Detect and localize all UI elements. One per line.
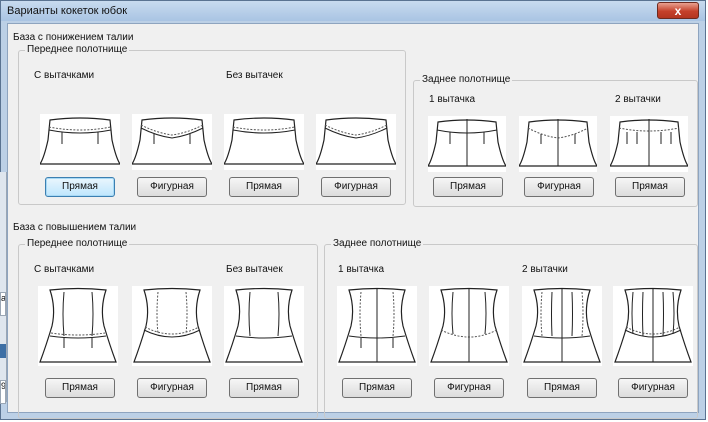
lowered-front-title: Переднее полотнище xyxy=(25,44,130,55)
lowered-front-nodarts-curved-button[interactable]: Фигурная xyxy=(321,177,391,197)
lowered-back-onedart-straight-image[interactable] xyxy=(428,116,506,172)
close-button[interactable]: x xyxy=(657,2,699,19)
dialog-client-area: База с понижением талии Переднее полотни… xyxy=(7,23,699,419)
dialog-window: Варианты кокеток юбок x База с понижение… xyxy=(0,0,706,420)
lowered-front-nodarts-curved-image[interactable] xyxy=(316,114,396,170)
raised-back-twodarts-straight-image[interactable] xyxy=(522,286,602,366)
background-text-fragment: ач xyxy=(0,292,6,316)
title-bar[interactable]: Варианты кокеток юбок x xyxy=(1,1,705,21)
raised-front-title: Переднее полотнище xyxy=(25,238,130,249)
lowered-front-darts-curved-image[interactable] xyxy=(132,114,212,170)
lowered-front-darts-straight-button[interactable]: Прямая xyxy=(45,177,115,197)
raised-front-darts-straight-image[interactable] xyxy=(38,286,118,366)
lowered-back-two-darts-label: 2 вытачки xyxy=(615,94,661,105)
raised-back-one-dart-label: 1 вытачка xyxy=(338,264,385,275)
raised-front-with-darts-label: С вытачками xyxy=(34,264,95,275)
raised-back-onedart-curved-button[interactable]: Фигурная xyxy=(434,378,504,398)
lowered-back-onedart-curved-image[interactable] xyxy=(519,116,597,172)
raised-back-twodarts-curved-button[interactable]: Фигурная xyxy=(618,378,688,398)
raised-front-darts-straight-button[interactable]: Прямая xyxy=(45,378,115,398)
lowered-front-nodarts-straight-button[interactable]: Прямая xyxy=(229,177,299,197)
lowered-back-onedart-curved-button[interactable]: Фигурная xyxy=(524,177,594,197)
raised-section-title: База с повышением талии xyxy=(13,222,137,233)
raised-front-nodarts-straight-image[interactable] xyxy=(224,286,304,366)
lowered-front-nodarts-straight-image[interactable] xyxy=(224,114,304,170)
raised-back-twodarts-straight-button[interactable]: Прямая xyxy=(527,378,597,398)
raised-back-onedart-straight-image[interactable] xyxy=(337,286,417,366)
raised-back-title: Заднее полотнище xyxy=(331,238,424,249)
lowered-front-with-darts-label: С вытачками xyxy=(34,70,95,81)
lowered-back-twodarts-straight-button[interactable]: Прямая xyxy=(615,177,685,197)
lowered-back-twodarts-straight-image[interactable] xyxy=(610,116,688,172)
lowered-back-title: Заднее полотнище xyxy=(420,74,513,85)
raised-back-onedart-straight-button[interactable]: Прямая xyxy=(342,378,412,398)
window-title: Варианты кокеток юбок xyxy=(7,5,128,17)
lowered-back-one-dart-label: 1 вытачка xyxy=(429,94,476,105)
lowered-section-title: База с понижением талии xyxy=(13,32,134,43)
background-window-edge: ач 92 xyxy=(0,172,7,404)
raised-back-twodarts-curved-image[interactable] xyxy=(613,286,693,366)
raised-front-nodarts-straight-button[interactable]: Прямая xyxy=(229,378,299,398)
lowered-front-no-darts-label: Без вытачек xyxy=(226,70,283,81)
raised-back-onedart-curved-image[interactable] xyxy=(429,286,509,366)
raised-front-darts-curved-image[interactable] xyxy=(132,286,212,366)
lowered-back-onedart-straight-button[interactable]: Прямая xyxy=(433,177,503,197)
background-title-fragment xyxy=(0,344,6,358)
lowered-front-darts-curved-button[interactable]: Фигурная xyxy=(137,177,207,197)
lowered-front-darts-straight-image[interactable] xyxy=(40,114,120,170)
close-icon: x xyxy=(674,4,682,18)
raised-back-two-darts-label: 2 вытачки xyxy=(522,264,568,275)
raised-front-darts-curved-button[interactable]: Фигурная xyxy=(137,378,207,398)
background-text-fragment-2: 92 xyxy=(0,380,6,404)
raised-front-no-darts-label: Без вытачек xyxy=(226,264,283,275)
